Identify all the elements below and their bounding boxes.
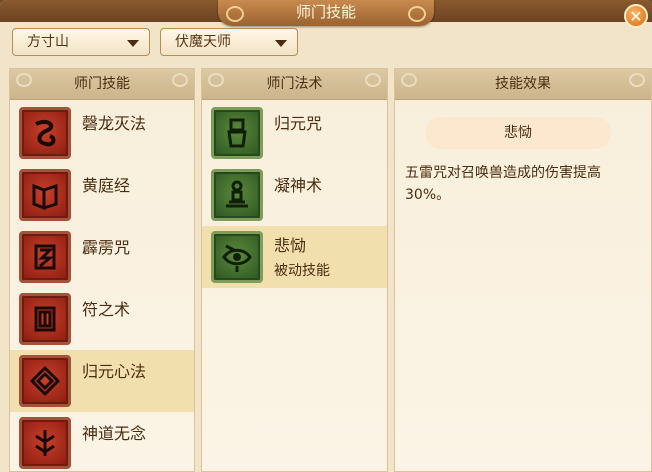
skill-name: 归元心法 — [82, 362, 147, 381]
school-dropdown[interactable]: 方寸山 — [12, 28, 150, 56]
window-title: 师门技能 — [218, 0, 434, 26]
spell-item-beitong[interactable]: 悲恸 被动技能 — [202, 226, 387, 288]
scroll-book-icon — [19, 169, 71, 221]
swirl-ornament-icon — [401, 73, 417, 87]
title-dropdown[interactable]: 伏魔天师 — [160, 28, 298, 56]
spiral-rune-icon — [19, 355, 71, 407]
skill-name: 磬龙灭法 — [82, 114, 147, 133]
close-button[interactable]: ✕ — [624, 4, 648, 28]
skill-item-fuzhi[interactable]: 符之术 — [10, 288, 194, 350]
spell-item-ningshen[interactable]: 凝神术 — [202, 164, 387, 226]
skill-name: 霹雳咒 — [82, 238, 131, 257]
skill-name: 神道无念 — [82, 424, 147, 443]
swirl-ornament-icon — [172, 73, 188, 87]
effect-skill-name: 悲恸 — [425, 117, 611, 149]
meditation-altar-icon — [211, 169, 263, 221]
skill-item-shendao[interactable]: 神道无念 — [10, 412, 194, 472]
spell-name: 凝神术 — [274, 176, 323, 195]
skill-name: 符之术 — [82, 300, 131, 319]
spell-type: 被动技能 — [274, 263, 330, 279]
skills-panel: 师门技能 磬龙灭法 黄庭经 霹雳咒 符之术 归元心法 神道无念 — [9, 68, 195, 472]
effect-panel-title: 技能效果 — [495, 76, 551, 92]
swirl-ornament-icon — [208, 73, 224, 87]
lightning-rune-icon — [19, 231, 71, 283]
dragon-coil-icon — [19, 107, 71, 159]
skill-item-huangting[interactable]: 黄庭经 — [10, 164, 194, 226]
effect-panel: 技能效果 悲恸 五雷咒对召唤兽造成的伤害提高30%。 — [394, 68, 652, 472]
spells-panel-header: 师门法术 — [202, 69, 387, 100]
skill-name: 黄庭经 — [82, 176, 131, 195]
spells-panel-title: 师门法术 — [266, 76, 323, 92]
effect-description: 五雷咒对召唤兽造成的伤害提高30%。 — [405, 165, 601, 203]
skill-item-panlong[interactable]: 磬龙灭法 — [10, 102, 194, 164]
skill-item-guiyuan[interactable]: 归元心法 — [10, 350, 194, 412]
tree-rune-icon — [19, 417, 71, 469]
swirl-ornament-icon — [365, 73, 381, 87]
chevron-down-icon — [127, 40, 139, 47]
school-dropdown-value: 方寸山 — [27, 34, 69, 50]
talisman-icon — [19, 293, 71, 345]
swirl-ornament-icon — [16, 73, 32, 87]
spells-panel: 师门法术 归元咒 凝神术 悲恸 被动技能 — [201, 68, 388, 472]
effect-panel-header: 技能效果 — [395, 69, 651, 100]
skill-window: 师门技能 ✕ 方寸山 伏魔天师 师门技能 磬龙灭法 黄庭经 霹雳咒 符之术 归元… — [0, 0, 652, 472]
chevron-down-icon — [275, 40, 287, 47]
skill-item-pili[interactable]: 霹雳咒 — [10, 226, 194, 288]
idol-figure-icon — [211, 107, 263, 159]
spell-item-guiyuanzhou[interactable]: 归元咒 — [202, 102, 387, 164]
spell-name: 悲恸 — [274, 236, 307, 255]
title-dropdown-value: 伏魔天师 — [175, 34, 231, 50]
skills-panel-title: 师门技能 — [74, 76, 130, 92]
weeping-eye-icon — [211, 231, 263, 283]
spell-name: 归元咒 — [274, 114, 323, 133]
skills-panel-header: 师门技能 — [10, 69, 194, 100]
swirl-ornament-icon — [629, 73, 645, 87]
